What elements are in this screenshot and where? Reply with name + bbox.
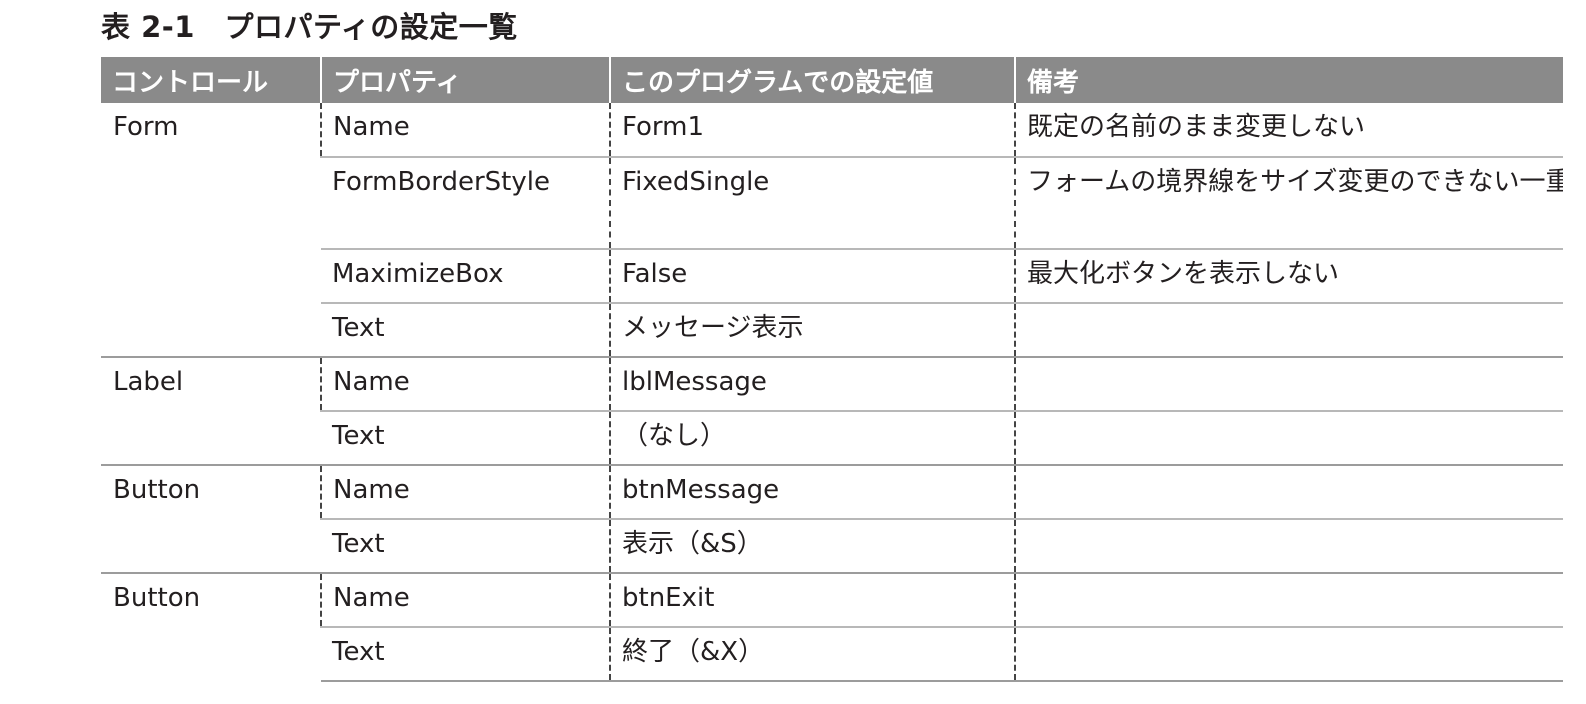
table-row: Text メッセージ表示 [101,302,1563,357]
header-note: 備考 [1014,57,1563,103]
control-cell: Button [101,464,321,573]
table-row: FormBorderStyle FixedSingle フォームの境界線をサイズ… [101,156,1563,249]
note-cell: 既定の名前のまま変更しない [1014,103,1563,157]
property-cell: Name [320,464,610,519]
table-row: Form Name Form1 既定の名前のまま変更しない [101,103,1563,157]
value-cell: （なし） [609,410,1015,465]
property-cell: Text [321,302,610,357]
property-cell: MaximizeBox [321,248,610,303]
table-row: MaximizeBox False 最大化ボタンを表示しない [101,248,1563,303]
control-cell: Form [113,112,179,142]
note-cell [1014,410,1563,465]
property-cell: FormBorderStyle [321,156,610,249]
note-cell [1014,518,1563,573]
header-property: プロパティ [320,57,610,103]
table-row: Text （なし） [101,410,1563,465]
table-caption: 表 2-1 プロパティの設定一覧 [101,10,518,44]
table-row: Text 終了（&X） [101,626,1563,682]
property-cell: Name [320,103,610,157]
header-control: コントロール [101,57,321,103]
property-cell: Text [321,518,610,573]
table-body: Form Name Form1 既定の名前のまま変更しない FormBorder… [101,103,1563,682]
property-cell: Name [320,356,610,411]
note-cell [1014,302,1563,357]
value-cell: False [609,248,1015,303]
property-cell: Text [321,626,610,682]
table-header: コントロール プロパティ このプログラムでの設定値 備考 [101,57,1563,103]
table-row: Label Name lblMessage [101,356,1563,465]
note-cell [1014,356,1563,411]
note-cell [1014,572,1563,627]
value-cell: 終了（&X） [609,626,1015,682]
value-cell: FixedSingle [609,156,1015,249]
property-cell: Text [321,410,610,465]
value-cell: Form1 [609,103,1015,157]
note-cell: 最大化ボタンを表示しない [1014,248,1563,303]
property-settings-table: コントロール プロパティ このプログラムでの設定値 備考 Form Name F… [101,57,1563,682]
note-cell: フォームの境界線をサイズ変更のできない一重の枠にする [1014,156,1563,249]
note-cell [1014,464,1563,519]
property-cell: Name [320,572,610,627]
value-cell: btnExit [609,572,1015,627]
note-cell [1014,626,1563,682]
header-value: このプログラムでの設定値 [609,57,1015,103]
header-row: コントロール プロパティ このプログラムでの設定値 備考 [101,57,1563,103]
control-cell: Label [101,356,321,465]
table-row: Button Name btnExit [101,572,1563,681]
control-cell: Button [101,572,321,681]
value-cell: btnMessage [609,464,1015,519]
table-row: Text 表示（&S） [101,518,1563,573]
value-cell: メッセージ表示 [609,302,1015,357]
table-row: Button Name btnMessage [101,464,1563,573]
value-cell: lblMessage [609,356,1015,411]
value-cell: 表示（&S） [609,518,1015,573]
